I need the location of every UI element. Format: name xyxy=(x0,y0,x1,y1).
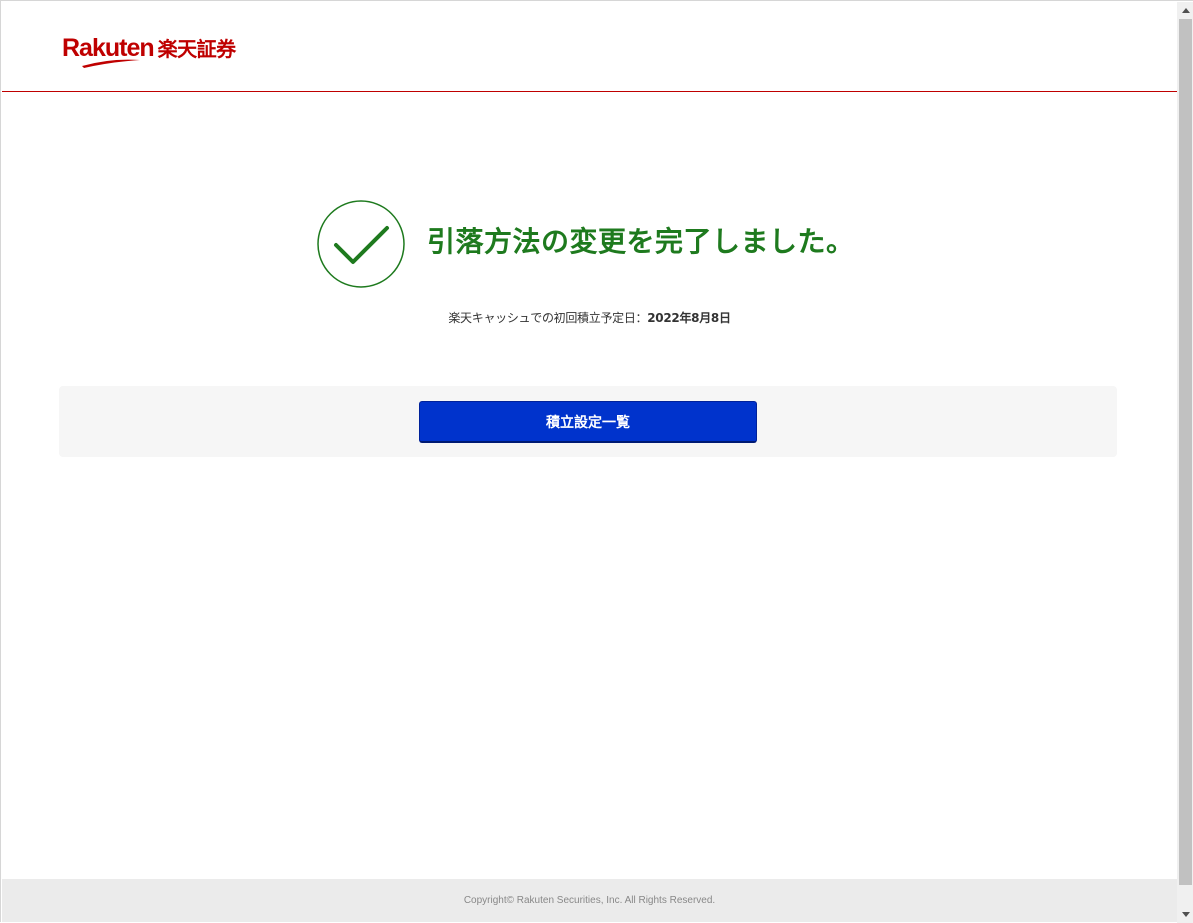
rakuten-securities-logo[interactable]: Rakuten 楽天証券 xyxy=(62,34,236,70)
scroll-thumb[interactable] xyxy=(1179,19,1192,885)
check-circle-icon xyxy=(317,200,405,288)
site-header: Rakuten 楽天証券 xyxy=(2,2,1177,92)
scroll-up-arrow-icon[interactable] xyxy=(1177,2,1193,19)
first-schedule-info: 楽天キャッシュでの初回積立予定日：2022年8月8日 xyxy=(2,309,1177,327)
logo-securities-text: 楽天証券 xyxy=(157,37,237,61)
page: Rakuten 楽天証券 引落方法の変更を完了しました。 楽天キャッシュでの初回… xyxy=(2,2,1177,922)
schedule-label: 楽天キャッシュでの初回積立予定日： xyxy=(448,311,648,325)
logo-rakuten-wordmark: Rakuten xyxy=(62,34,155,68)
site-footer: Copyright© Rakuten Securities, Inc. All … xyxy=(2,879,1177,922)
browser-window: Rakuten 楽天証券 引落方法の変更を完了しました。 楽天キャッシュでの初回… xyxy=(0,0,1193,923)
action-bar: 積立設定一覧 xyxy=(59,386,1117,457)
logo-swoosh-icon xyxy=(82,59,140,68)
vertical-scrollbar[interactable] xyxy=(1177,2,1193,923)
copyright-text: Copyright© Rakuten Securities, Inc. All … xyxy=(463,895,716,906)
completion-message: 引落方法の変更を完了しました。 xyxy=(2,200,1177,290)
savings-settings-list-button[interactable]: 積立設定一覧 xyxy=(419,401,757,443)
completion-title: 引落方法の変更を完了しました。 xyxy=(427,225,855,258)
scroll-down-arrow-icon[interactable] xyxy=(1177,906,1193,923)
schedule-date: 2022年8月8日 xyxy=(647,311,731,325)
